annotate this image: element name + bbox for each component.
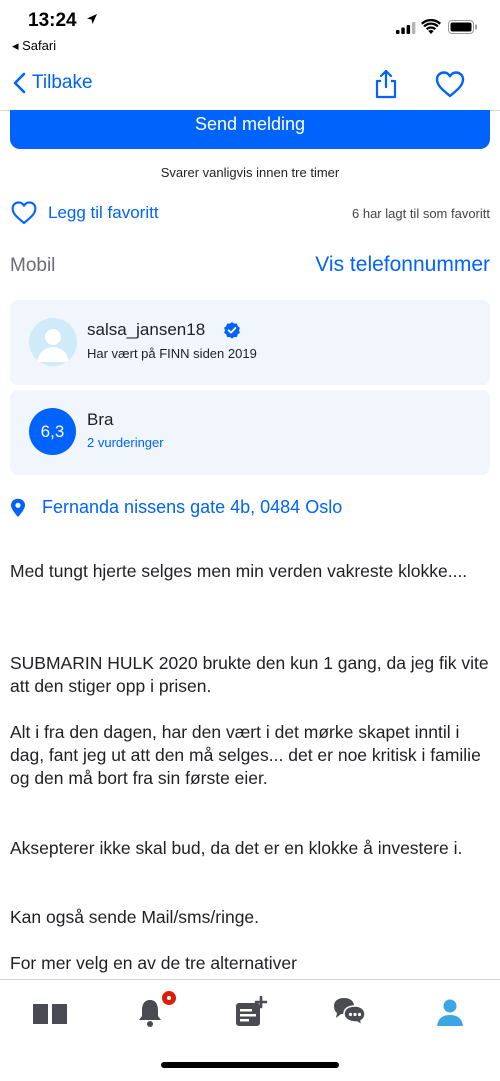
add-favorite-link[interactable]: Legg til favoritt [10,200,159,225]
description-paragraph: Aksepterer ikke skal bud, da det er en k… [10,838,463,858]
reply-time-note: Svarer vanligvis innen tre timer [160,165,340,180]
map-pin-icon [11,498,25,517]
show-phone-link[interactable]: Vis telefonnummer [315,253,490,277]
location-arrow-icon [87,14,97,24]
home-indicator [161,1062,339,1068]
favorite-count: 6 har lagt til som favoritt [352,206,490,221]
rating-score: 6,3 [29,408,76,455]
battery-icon [448,20,477,34]
description-paragraph: Kan også sende Mail/sms/ringe. [10,907,260,927]
favorite-row: Legg til favoritt 6 har lagt til som fav… [10,198,490,230]
cellular-signal-icon [396,22,416,34]
back-button[interactable]: Tilbake [12,72,93,94]
phone-row: Mobil Vis telefonnummer [10,252,490,282]
seller-rating-card[interactable]: 6,3 Bra 2 vurderinger [10,390,490,475]
address-text: Fernanda nissens gate 4b, 0484 Oslo [42,497,343,517]
rating-label: Bra [87,410,114,429]
person-icon [37,329,69,362]
rating-count-link[interactable]: 2 vurderinger [87,435,164,450]
navigation-bar: Tilbake [0,58,500,111]
address-link[interactable]: Fernanda nissens gate 4b, 0484 Oslo [10,497,342,518]
send-message-button[interactable]: Send melding [10,110,490,149]
book-icon[interactable] [30,994,70,1030]
wifi-icon [421,19,441,34]
favorite-heart-icon[interactable] [434,70,466,98]
description-paragraph: Med tungt hjerte selges men min verden v… [10,561,468,581]
avatar [29,318,77,366]
add-favorite-label: Legg til favoritt [48,202,159,222]
description-paragraph: Alt i fra den dagen, har den vært i det … [10,722,481,788]
seller-username: salsa_jansen18 [87,320,206,339]
chat-icon[interactable] [330,994,370,1030]
member-since: Har vært på FINN siden 2019 [87,346,257,361]
verified-badge-icon [224,322,240,339]
profile-icon[interactable] [430,994,470,1030]
share-icon[interactable] [372,68,400,100]
status-bar: 13:24 ◂ Safari [0,0,500,58]
chevron-left-icon [13,72,26,94]
heart-outline-icon [11,201,37,225]
seller-profile-card[interactable]: salsa_jansen18 Har vært på FINN siden 20… [10,300,490,385]
phone-label: Mobil [10,255,56,276]
description-paragraph: SUBMARIN HULK 2020 brukte den kun 1 gang… [10,653,489,696]
description-paragraph: For mer velg en av de tre alternativer [10,953,297,973]
notification-badge [160,989,178,1007]
back-label: Tilbake [32,72,93,93]
status-time: 13:24 [28,10,77,31]
back-to-safari[interactable]: ◂ Safari [12,38,56,54]
new-ad-icon[interactable] [230,994,270,1030]
